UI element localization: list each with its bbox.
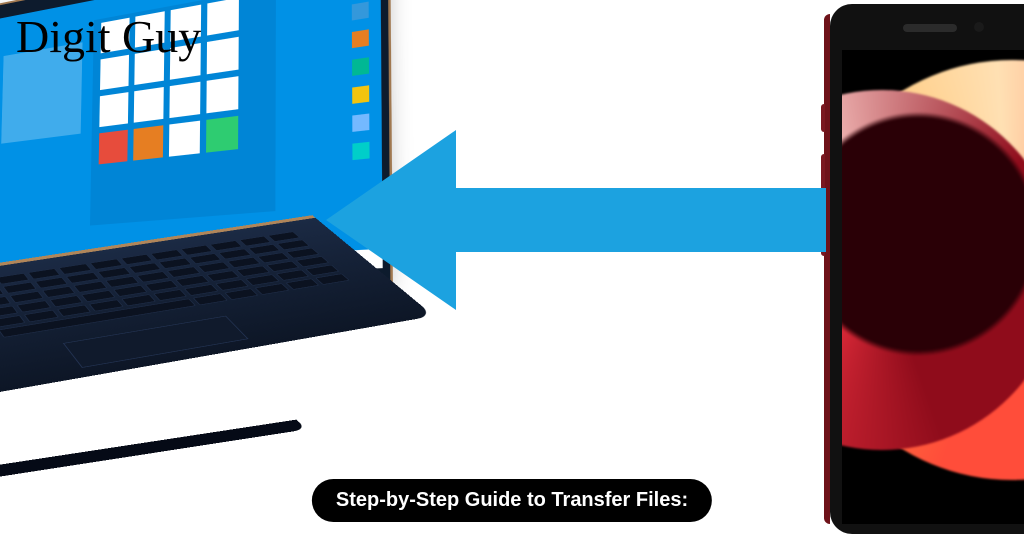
phone-front-camera bbox=[974, 22, 984, 32]
laptop-front-lip bbox=[0, 420, 307, 504]
phone-mute-switch bbox=[821, 104, 825, 132]
phone-screen bbox=[842, 50, 1024, 524]
phone-graphic bbox=[830, 4, 1024, 534]
transfer-arrow-left-icon bbox=[326, 130, 826, 310]
site-watermark: Digit Guy bbox=[16, 10, 201, 63]
phone-speaker bbox=[903, 24, 957, 32]
